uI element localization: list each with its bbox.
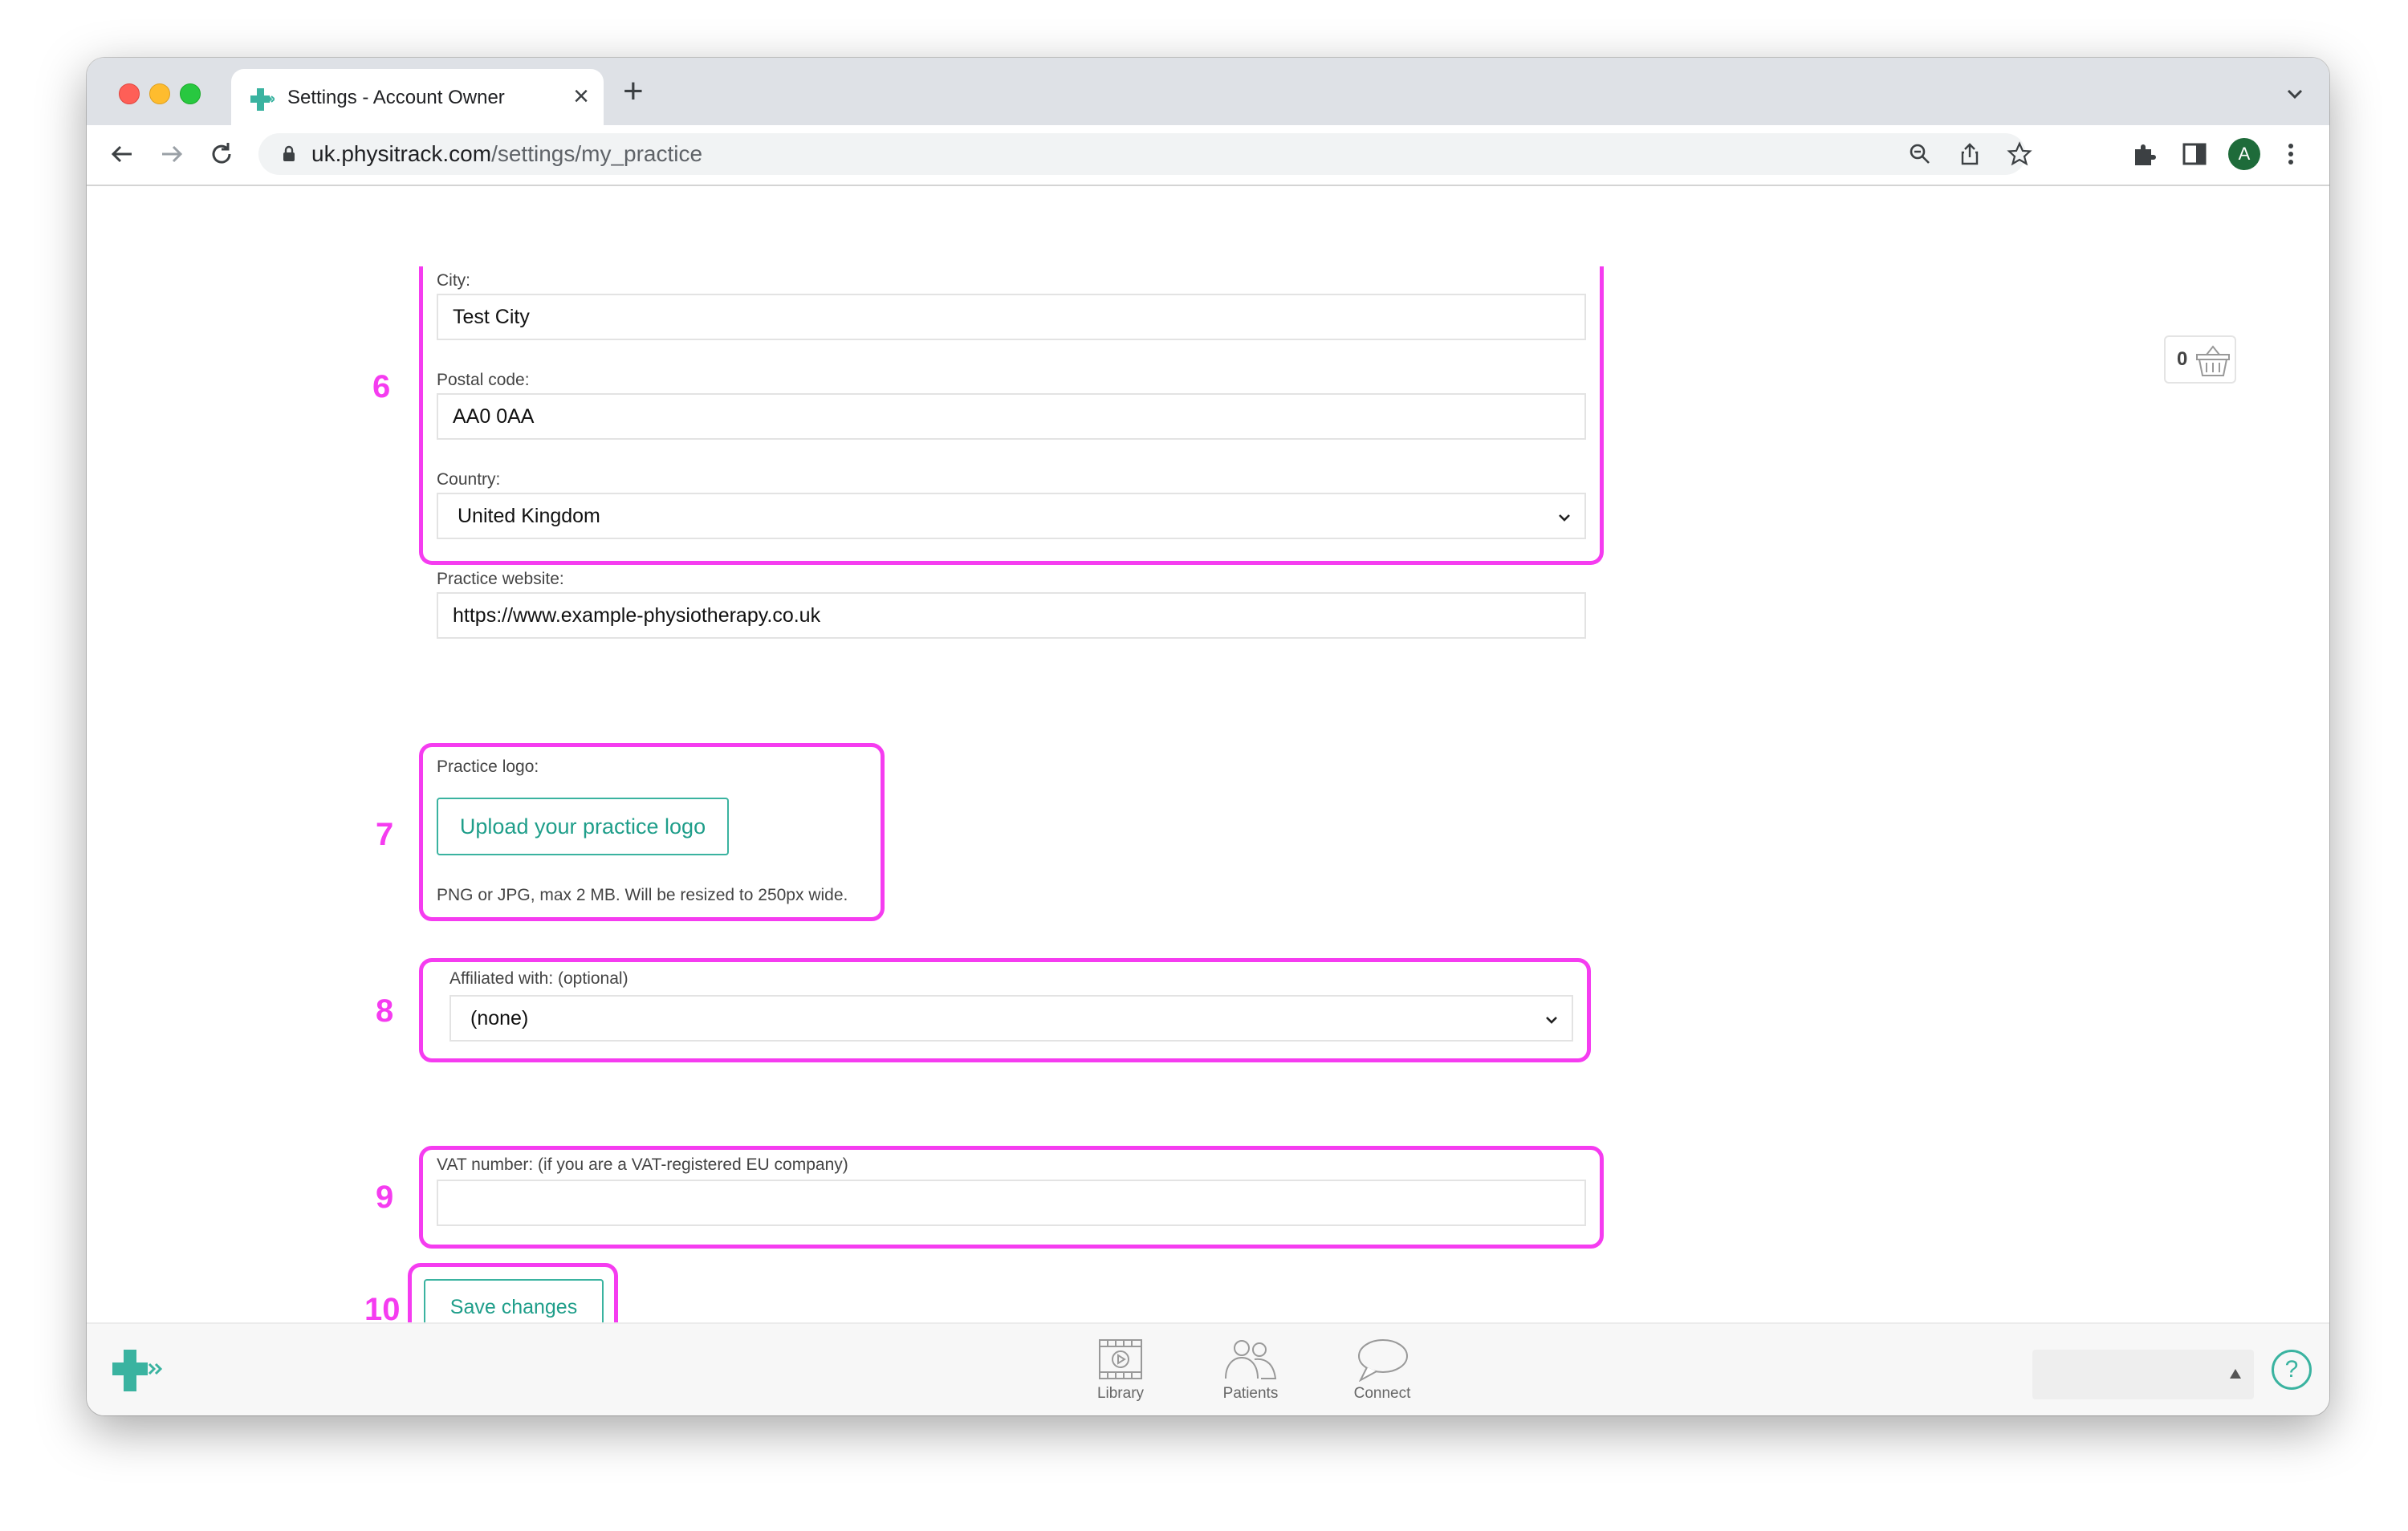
maximize-window-button[interactable]	[180, 83, 201, 104]
browser-window: Settings - Account Owner × + uk.physitra…	[87, 58, 2329, 1415]
postal-code-input[interactable]: AA0 0AA	[437, 393, 1586, 440]
nav-library[interactable]: Library	[1072, 1337, 1169, 1403]
language-select[interactable]	[2032, 1350, 2254, 1399]
physitrack-favicon-icon	[250, 88, 275, 111]
minimize-window-button[interactable]	[149, 83, 170, 104]
forward-arrow-icon[interactable]	[156, 138, 188, 170]
url-host: uk.physitrack.com	[311, 141, 492, 166]
step-number-6: 6	[372, 369, 391, 404]
logo-hint-text: PNG or JPG, max 2 MB. Will be resized to…	[437, 886, 848, 904]
city-input[interactable]: Test City	[437, 294, 1586, 340]
practice-website-input[interactable]: https://www.example-physiotherapy.co.uk	[437, 592, 1586, 639]
library-icon	[1099, 1339, 1142, 1379]
zoom-icon[interactable]	[1907, 141, 1933, 167]
city-label: City:	[437, 271, 470, 290]
chevron-down-icon	[1546, 1017, 1557, 1024]
practice-website-label: Practice website:	[437, 570, 564, 588]
vat-number-label: VAT number: (if you are a VAT-registered…	[437, 1155, 848, 1174]
side-panel-icon[interactable]	[2180, 140, 2209, 169]
step-number-9: 9	[376, 1180, 394, 1215]
url-path: /settings/my_practice	[491, 141, 703, 166]
nav-patients-label: Patients	[1222, 1385, 1279, 1402]
address-bar[interactable]: uk.physitrack.com/settings/my_practice	[258, 133, 2032, 175]
affiliated-select[interactable]: (none)	[449, 995, 1573, 1042]
physitrack-logo-icon[interactable]	[111, 1348, 162, 1393]
close-window-button[interactable]	[119, 83, 140, 104]
tab-title: Settings - Account Owner	[287, 87, 505, 108]
nav-connect[interactable]: Connect	[1334, 1337, 1430, 1403]
postal-code-label: Postal code:	[437, 371, 530, 389]
tab-settings[interactable]: Settings - Account Owner ×	[231, 69, 604, 125]
back-arrow-icon[interactable]	[106, 138, 138, 170]
country-select-value: United Kingdom	[458, 505, 600, 527]
browser-toolbar: uk.physitrack.com/settings/my_practice A	[87, 125, 2329, 186]
step-number-8: 8	[376, 993, 394, 1029]
share-icon[interactable]	[1957, 141, 1983, 167]
lock-icon	[283, 145, 295, 161]
page-content: 6 City: Test City Postal code: AA0 0AA C…	[87, 186, 2329, 1380]
affiliated-label: Affiliated with: (optional)	[449, 969, 628, 988]
basket-icon	[2196, 345, 2230, 376]
profile-avatar[interactable]: A	[2228, 138, 2260, 170]
nav-library-label: Library	[1096, 1385, 1145, 1402]
url-text[interactable]: uk.physitrack.com/settings/my_practice	[311, 141, 702, 167]
country-select[interactable]: United Kingdom	[437, 493, 1586, 539]
upload-logo-button[interactable]: Upload your practice logo	[437, 798, 729, 855]
chevron-down-icon[interactable]	[2283, 82, 2307, 106]
more-menu-icon[interactable]	[2276, 140, 2305, 169]
chevron-down-icon	[1559, 514, 1570, 522]
new-tab-icon[interactable]: +	[623, 74, 644, 109]
practice-logo-label: Practice logo:	[437, 757, 539, 776]
step-number-7: 7	[376, 817, 394, 852]
bookmark-star-icon[interactable]	[2007, 141, 2032, 167]
affiliated-select-value: (none)	[470, 1007, 529, 1029]
basket-count: 0	[2177, 348, 2188, 370]
country-label: Country:	[437, 470, 501, 489]
nav-patients[interactable]: Patients	[1202, 1337, 1299, 1403]
help-icon[interactable]: ?	[2272, 1350, 2312, 1390]
app-bottom-bar: Library Patients Connect ?	[87, 1322, 2329, 1415]
reload-icon[interactable]	[205, 138, 238, 170]
basket-button[interactable]: 0	[2164, 335, 2236, 384]
extensions-puzzle-icon[interactable]	[2130, 140, 2159, 169]
nav-connect-label: Connect	[1353, 1385, 1411, 1402]
tab-close-icon[interactable]: ×	[573, 80, 589, 112]
vat-number-input[interactable]	[437, 1180, 1586, 1226]
tab-strip: Settings - Account Owner × +	[87, 58, 2329, 125]
triangle-up-icon	[2230, 1369, 2241, 1379]
chat-bubble-icon	[1358, 1339, 1408, 1382]
patients-icon	[1225, 1340, 1277, 1379]
